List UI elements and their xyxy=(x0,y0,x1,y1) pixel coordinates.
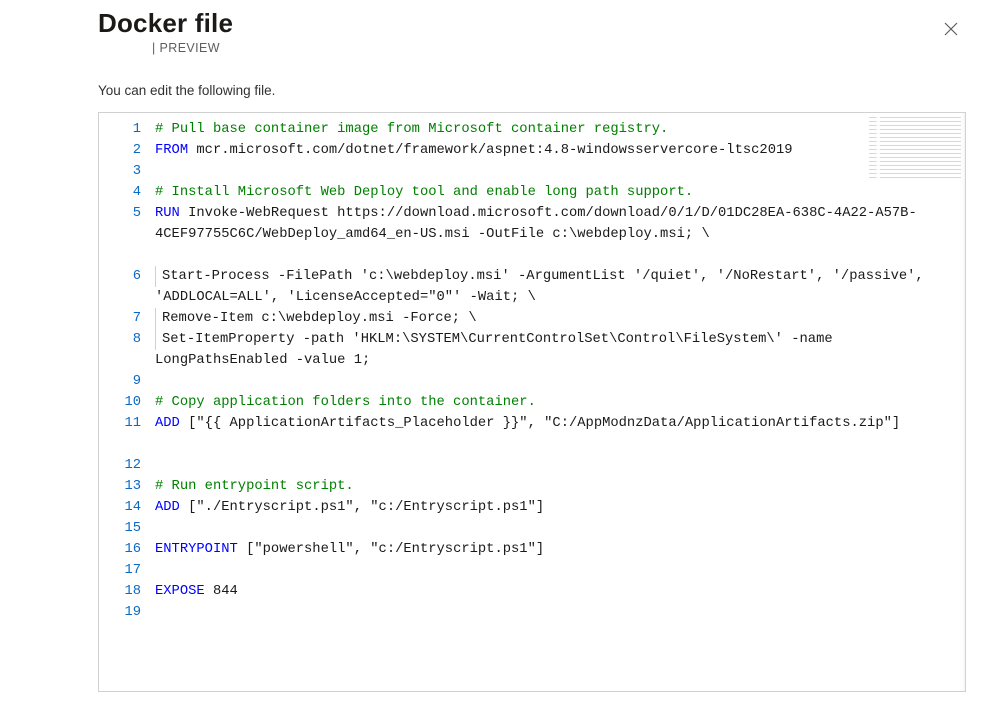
line-number: 5 xyxy=(99,203,141,266)
dockerfile-preview-panel: Docker file | PREVIEW You can edit the f… xyxy=(0,0,994,692)
line-number: 17 xyxy=(99,560,141,581)
code-line[interactable]: # Copy application folders into the cont… xyxy=(155,392,947,413)
line-number: 2 xyxy=(99,140,141,161)
code-line[interactable]: ADD ["./Entryscript.ps1", "c:/Entryscrip… xyxy=(155,497,947,518)
line-number: 7 xyxy=(99,308,141,329)
code-line[interactable] xyxy=(155,602,947,623)
line-number: 18 xyxy=(99,581,141,602)
line-number: 1 xyxy=(99,119,141,140)
line-number: 3 xyxy=(99,161,141,182)
code-line[interactable]: # Run entrypoint script. xyxy=(155,476,947,497)
code-line[interactable]: # Pull base container image from Microso… xyxy=(155,119,947,140)
code-line[interactable]: Remove-Item c:\webdeploy.msi -Force; \ xyxy=(155,308,947,329)
line-number-gutter: 12345678910111213141516171819 xyxy=(99,113,155,691)
code-editor[interactable]: 12345678910111213141516171819 # Pull bas… xyxy=(98,112,966,692)
preview-tag: PREVIEW xyxy=(160,41,220,55)
line-number: 16 xyxy=(99,539,141,560)
line-number: 11 xyxy=(99,413,141,455)
panel-header: Docker file | PREVIEW xyxy=(98,0,966,55)
code-line[interactable]: FROM mcr.microsoft.com/dotnet/framework/… xyxy=(155,140,947,161)
line-number: 13 xyxy=(99,476,141,497)
instruction-text: You can edit the following file. xyxy=(98,83,966,98)
code-line[interactable] xyxy=(155,455,947,476)
line-number: 8 xyxy=(99,329,141,371)
line-number: 15 xyxy=(99,518,141,539)
subtitle-separator: | xyxy=(152,41,156,55)
code-content[interactable]: # Pull base container image from Microso… xyxy=(155,113,965,691)
line-number: 9 xyxy=(99,371,141,392)
line-number: 19 xyxy=(99,602,141,623)
code-line[interactable]: # Install Microsoft Web Deploy tool and … xyxy=(155,182,947,203)
code-line[interactable]: Set-ItemProperty -path 'HKLM:\SYSTEM\Cur… xyxy=(155,329,947,371)
code-line[interactable]: RUN Invoke-WebRequest https://download.m… xyxy=(155,203,947,266)
subtitle: | PREVIEW xyxy=(98,41,233,55)
close-icon xyxy=(944,22,958,39)
page-title: Docker file xyxy=(98,8,233,39)
close-button[interactable] xyxy=(936,14,966,47)
code-line[interactable] xyxy=(155,560,947,581)
code-line[interactable]: Start-Process -FilePath 'c:\webdeploy.ms… xyxy=(155,266,947,308)
editor-scroll[interactable]: 12345678910111213141516171819 # Pull bas… xyxy=(99,113,965,691)
code-line[interactable]: EXPOSE 844 xyxy=(155,581,947,602)
code-line[interactable] xyxy=(155,371,947,392)
line-number: 10 xyxy=(99,392,141,413)
line-number: 6 xyxy=(99,266,141,308)
code-line[interactable] xyxy=(155,518,947,539)
line-number: 4 xyxy=(99,182,141,203)
code-line[interactable]: ADD ["{{ ApplicationArtifacts_Placeholde… xyxy=(155,413,947,455)
code-line[interactable]: ENTRYPOINT ["powershell", "c:/Entryscrip… xyxy=(155,539,947,560)
title-block: Docker file | PREVIEW xyxy=(98,8,233,55)
line-number: 14 xyxy=(99,497,141,518)
code-line[interactable] xyxy=(155,161,947,182)
line-number: 12 xyxy=(99,455,141,476)
